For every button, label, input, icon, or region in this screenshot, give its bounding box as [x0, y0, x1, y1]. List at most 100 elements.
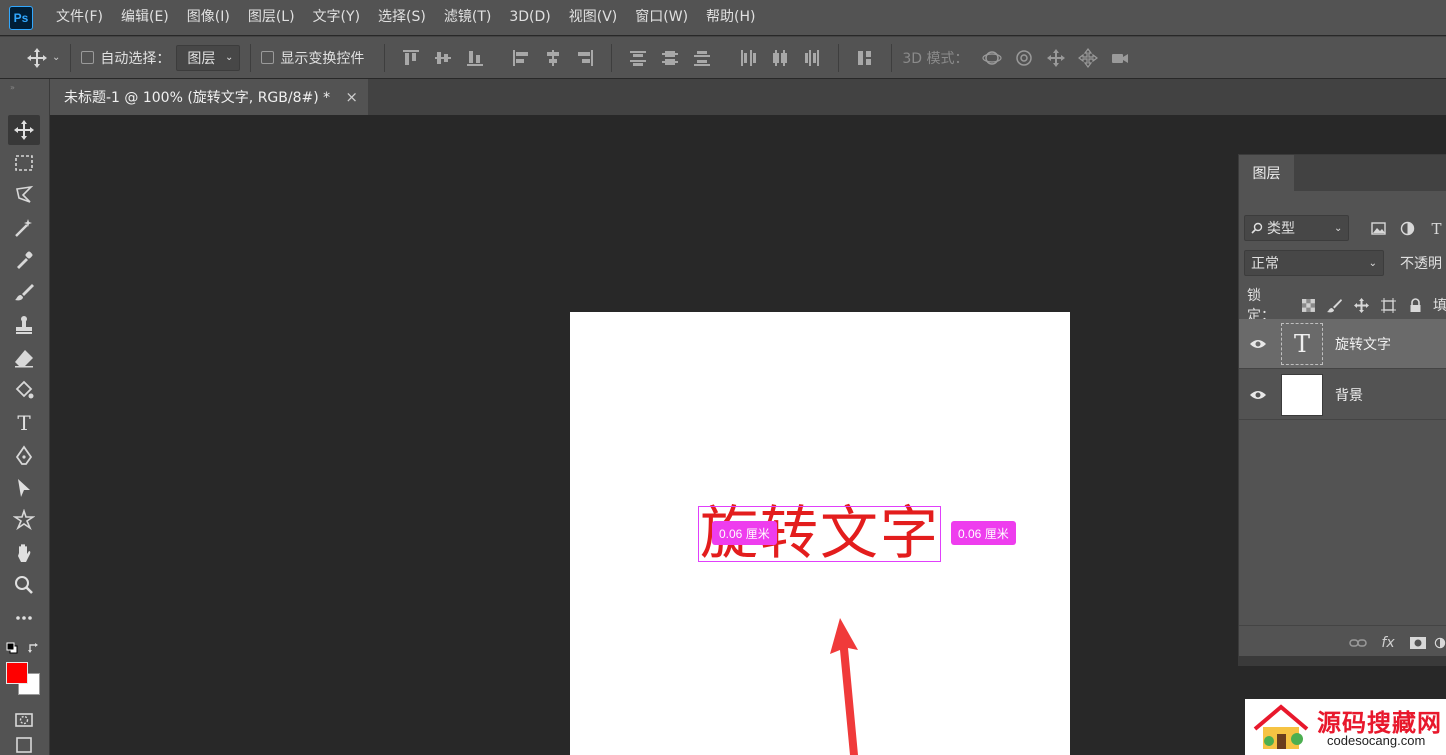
opacity-label: 不透明 [1400, 256, 1442, 272]
chevron-down-icon[interactable]: ⌄ [52, 52, 60, 63]
3d-pan-icon[interactable] [1045, 47, 1067, 69]
lock-transparent-pixels-icon[interactable] [1299, 295, 1318, 315]
distribute-right-icon[interactable] [801, 47, 823, 69]
smart-guide-measurement: 0.06 厘米 [712, 521, 777, 545]
align-left-icon[interactable] [510, 47, 532, 69]
align-top-icon[interactable] [400, 47, 422, 69]
3d-orbit-icon[interactable] [981, 47, 1003, 69]
hand-tool-icon[interactable] [8, 538, 40, 568]
lock-image-pixels-icon[interactable] [1326, 295, 1345, 315]
menu-3d[interactable]: 3D(D) [500, 0, 559, 35]
align-right-icon[interactable] [574, 47, 596, 69]
lock-artboard-icon[interactable] [1379, 295, 1398, 315]
close-icon[interactable]: × [345, 88, 358, 106]
filter-adjustment-icon[interactable] [1396, 217, 1418, 239]
link-layers-icon[interactable] [1343, 632, 1373, 654]
layer-row-text[interactable]: T 旋转文字 [1239, 319, 1446, 369]
menu-image[interactable]: 图像(I) [178, 0, 239, 35]
custom-shape-tool-icon[interactable] [8, 505, 40, 535]
lasso-tool-icon[interactable] [8, 180, 40, 210]
chevron-down-icon: ⌄ [1334, 222, 1343, 234]
distribute-vertical-center-icon[interactable] [659, 47, 681, 69]
tab-layers[interactable]: 图层 [1239, 155, 1294, 191]
distribute-top-icon[interactable] [627, 47, 649, 69]
swap-colors-icon[interactable] [27, 641, 41, 655]
auto-select-target-value: 图层 [187, 50, 216, 67]
move-tool-preset-icon[interactable] [26, 47, 48, 69]
type-tool-icon[interactable]: T [8, 408, 40, 438]
layer-effects-icon[interactable]: fx [1373, 632, 1403, 654]
paint-bucket-tool-icon[interactable] [8, 376, 40, 406]
filter-type-icon[interactable]: T [1425, 217, 1446, 239]
menu-edit[interactable]: 编辑(E) [112, 0, 178, 35]
document-tab[interactable]: 未标题-1 @ 100% (旋转文字, RGB/8#) * × [50, 79, 368, 115]
menu-filter[interactable]: 滤镜(T) [435, 0, 500, 35]
panel-resize-strip[interactable] [1238, 656, 1446, 666]
menu-window[interactable]: 窗口(W) [626, 0, 697, 35]
background-layer-thumbnail [1281, 373, 1323, 416]
3d-roll-icon[interactable] [1013, 47, 1035, 69]
house-logo-icon [1253, 704, 1309, 749]
eyedropper-tool-icon[interactable] [8, 245, 40, 275]
move-tool-icon[interactable] [8, 115, 40, 145]
blend-mode-row: 正常 ⌄ 不透明 [1239, 250, 1446, 276]
annotation-arrow [830, 618, 858, 755]
photoshop-logo: Ps [9, 5, 33, 30]
divider [250, 43, 252, 72]
menu-type[interactable]: 文字(Y) [304, 0, 369, 35]
screen-mode-icon[interactable] [8, 735, 40, 755]
align-bottom-icon[interactable] [464, 47, 486, 69]
layer-name[interactable]: 旋转文字 [1335, 334, 1391, 354]
more-tools-icon[interactable] [8, 603, 40, 633]
panel-grip-icon[interactable]: » [10, 83, 24, 92]
menu-help[interactable]: 帮助(H) [697, 0, 764, 35]
brush-tool-icon[interactable] [8, 277, 40, 307]
svg-text:T: T [17, 412, 31, 434]
watermark-url: codesocang.com [1327, 733, 1426, 748]
pen-tool-icon[interactable] [8, 441, 40, 471]
show-transform-label: 显示变换控件 [280, 50, 365, 67]
auto-select-checkbox[interactable] [81, 51, 95, 64]
eraser-tool-icon[interactable] [8, 343, 40, 373]
tools-panel: » T [0, 79, 50, 755]
menu-layer[interactable]: 图层(L) [239, 0, 304, 35]
auto-align-icon[interactable] [854, 47, 876, 69]
layer-name[interactable]: 背景 [1335, 385, 1363, 405]
layer-filter-row: 类型 ⌄ T [1239, 215, 1446, 241]
distribute-horizontal-center-icon[interactable] [769, 47, 791, 69]
auto-select-target-select[interactable]: 图层 ⌄ [176, 44, 241, 71]
distribute-left-icon[interactable] [737, 47, 759, 69]
document-tab-title: 未标题-1 @ 100% (旋转文字, RGB/8#) * [64, 90, 331, 106]
magic-wand-tool-icon[interactable] [8, 213, 40, 243]
add-mask-icon[interactable] [1403, 632, 1433, 654]
layer-filter-select[interactable]: 类型 ⌄ [1244, 215, 1350, 241]
visibility-eye-icon[interactable] [1239, 389, 1277, 401]
adjustment-layer-icon[interactable] [1433, 632, 1446, 654]
lock-all-icon[interactable] [1406, 295, 1425, 315]
filter-pixel-icon[interactable] [1367, 217, 1389, 239]
visibility-eye-icon[interactable] [1239, 338, 1277, 350]
menu-select[interactable]: 选择(S) [369, 0, 435, 35]
quick-mask-icon[interactable] [8, 705, 40, 735]
divider [838, 43, 840, 72]
align-vertical-center-icon[interactable] [432, 47, 454, 69]
3d-camera-icon[interactable] [1109, 47, 1131, 69]
smart-guide-measurement: 0.06 厘米 [951, 521, 1016, 545]
options-bar: ⌄ 自动选择： 图层 ⌄ 显示变换控件 3D 模式： [0, 36, 1446, 78]
clone-stamp-tool-icon[interactable] [8, 310, 40, 340]
zoom-tool-icon[interactable] [8, 570, 40, 600]
layer-row-background[interactable]: 背景 [1239, 370, 1446, 420]
menu-view[interactable]: 视图(V) [560, 0, 627, 35]
blend-mode-select[interactable]: 正常 ⌄ [1244, 250, 1384, 276]
marquee-tool-icon[interactable] [8, 148, 40, 178]
menu-file[interactable]: 文件(F) [47, 0, 112, 35]
distribute-bottom-icon[interactable] [691, 47, 713, 69]
align-horizontal-center-icon[interactable] [542, 47, 564, 69]
default-colors-icon[interactable] [6, 642, 18, 654]
document-tab-bar: 未标题-1 @ 100% (旋转文字, RGB/8#) * × [50, 79, 1446, 115]
show-transform-checkbox[interactable] [261, 51, 275, 64]
path-selection-tool-icon[interactable] [8, 473, 40, 503]
foreground-color-swatch[interactable] [6, 662, 28, 684]
3d-slide-icon[interactable] [1077, 47, 1099, 69]
lock-position-icon[interactable] [1352, 295, 1371, 315]
